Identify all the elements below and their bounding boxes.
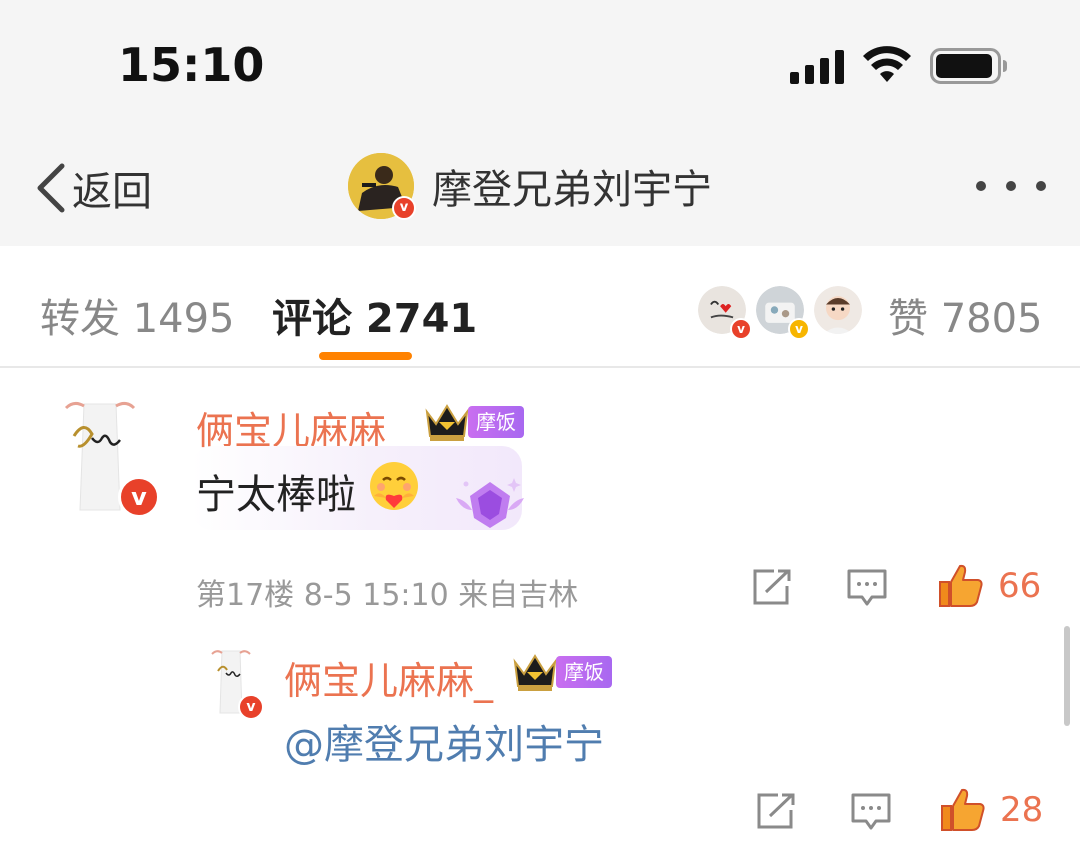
status-time: 15:10 bbox=[118, 38, 265, 92]
back-label: 返回 bbox=[72, 169, 152, 215]
fan-badge[interactable]: 摩饭 bbox=[468, 406, 524, 438]
reply-like-count: 28 bbox=[1000, 790, 1044, 830]
hug-emoji-icon bbox=[370, 462, 418, 510]
scrollbar[interactable] bbox=[1064, 626, 1070, 726]
reply-username[interactable]: 俩宝儿麻麻_ bbox=[284, 650, 493, 705]
verified-badge-icon: v bbox=[730, 318, 752, 340]
active-tab-indicator bbox=[319, 352, 412, 360]
thumbs-up-icon[interactable] bbox=[940, 786, 986, 832]
comment-meta: 第17楼 8-5 15:10 来自吉林 bbox=[196, 578, 579, 613]
thumbs-up-icon[interactable] bbox=[938, 562, 984, 608]
more-dot-icon bbox=[1006, 181, 1016, 191]
comment-text: 宁太棒啦 bbox=[196, 472, 356, 518]
tab-bar: 转发 1495 评论 2741 v v 赞 7805 bbox=[0, 246, 1080, 368]
liker-avatar bbox=[812, 284, 864, 336]
liker-avatar: v bbox=[754, 284, 810, 340]
nav-title-group[interactable]: v 摩登兄弟刘宇宁 bbox=[348, 152, 712, 220]
battery-icon bbox=[930, 48, 1007, 84]
comment-like-count: 66 bbox=[998, 566, 1042, 606]
verified-badge-icon: v bbox=[238, 694, 264, 720]
liker-avatar-image bbox=[814, 286, 862, 334]
verified-badge-icon: v bbox=[392, 196, 416, 220]
verified-badge-icon: v bbox=[118, 476, 160, 518]
more-dot-icon bbox=[1036, 181, 1046, 191]
wifi-icon bbox=[863, 46, 911, 82]
crown-icon bbox=[425, 404, 469, 441]
tab-comment[interactable]: 评论 2741 bbox=[272, 286, 477, 344]
back-button[interactable]: 返回 bbox=[30, 158, 152, 218]
more-options-button[interactable] bbox=[976, 176, 1046, 196]
fan-badge[interactable]: 摩饭 bbox=[556, 656, 612, 688]
cellular-signal-icon bbox=[790, 50, 844, 84]
liker-avatars[interactable]: v v bbox=[696, 284, 866, 340]
reply-comment-icon[interactable] bbox=[850, 792, 892, 832]
tab-repost[interactable]: 转发 1495 bbox=[40, 286, 235, 344]
share-icon[interactable] bbox=[752, 568, 792, 606]
diamond-badge-icon bbox=[456, 478, 524, 528]
tab-like[interactable]: 赞 7805 bbox=[888, 286, 1043, 344]
verified-badge-icon: v bbox=[788, 318, 810, 340]
reply-mention-text[interactable]: @摩登兄弟刘宇宁 bbox=[284, 712, 604, 770]
reply-comment-icon[interactable] bbox=[846, 568, 888, 608]
chevron-left-icon bbox=[37, 163, 65, 213]
nav-title: 摩登兄弟刘宇宁 bbox=[432, 167, 712, 213]
more-dot-icon bbox=[976, 181, 986, 191]
liker-avatar: v bbox=[696, 284, 752, 340]
share-icon[interactable] bbox=[756, 792, 796, 830]
crown-icon bbox=[513, 654, 557, 691]
